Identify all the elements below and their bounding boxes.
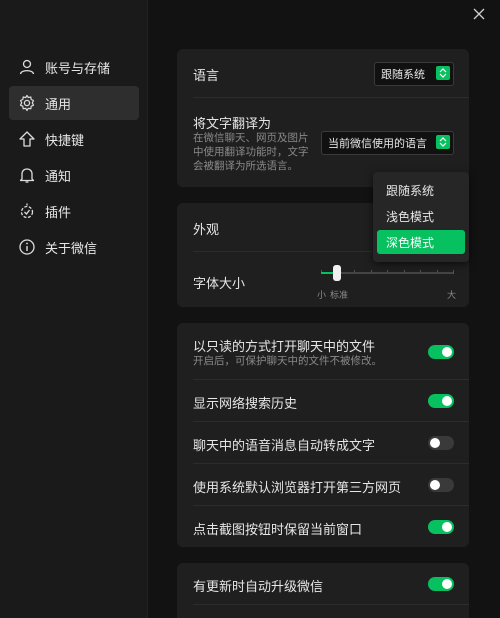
toggle-knob: [442, 396, 452, 406]
font-size-max-label: 大: [447, 291, 457, 301]
language-value: 跟随系统: [381, 68, 425, 81]
toggle-row-label: 使用系统默认浏览器打开第三方网页: [193, 481, 402, 496]
toggle-row: 聊天中的语音消息自动转成文字: [177, 422, 469, 463]
sidebar-item-label: 插件: [45, 205, 72, 221]
sidebar-item-notifications[interactable]: 通知: [9, 158, 139, 192]
sidebar-item-label: 快捷键: [45, 133, 85, 149]
translate-desc-line3: 会被翻译为所选语言。: [193, 160, 298, 172]
toggle-row-label: 聊天中的语音消息自动转成文字: [193, 439, 376, 454]
divider: [193, 604, 469, 605]
toggle-row: 以只读的方式打开聊天中的文件 开启后，可保护聊天中的文件不被修改。: [177, 323, 469, 379]
appearance-option-label: 跟随系统: [386, 183, 435, 198]
appearance-option-dark[interactable]: 深色模式: [377, 230, 465, 254]
toggle-row-label: 点击截图按钮时保留当前窗口: [193, 523, 363, 538]
font-size-default-label: 标准: [330, 291, 349, 301]
options-card: 以只读的方式打开聊天中的文件 开启后，可保护聊天中的文件不被修改。 显示网络搜索…: [177, 323, 469, 547]
translate-label: 将文字翻译为: [193, 117, 272, 132]
gear-icon: [16, 92, 38, 114]
info-icon: [16, 236, 38, 258]
translate-desc-line1: 在微信聊天、网页及图片: [193, 132, 309, 144]
sidebar-item-label: 账号与存储: [45, 61, 111, 77]
font-size-label: 字体大小: [193, 277, 246, 292]
font-size-min-label: 小: [317, 291, 327, 301]
sidebar-item-shortcuts[interactable]: 快捷键: [9, 122, 139, 156]
toggle-knob: [430, 438, 440, 448]
chevron-updown-icon: [436, 135, 450, 149]
toggle-row: 显示网络搜索历史: [177, 380, 469, 421]
readonly-files-toggle[interactable]: [428, 345, 454, 359]
settings-content: 语言 跟随系统 将文字翻译为 在微信聊天、网页及图片 中使用翻译功能时，文字 会…: [148, 0, 500, 618]
sidebar: 账号与存储 通用 快捷键 通知 插件 关于微信: [0, 0, 148, 618]
appearance-label: 外观: [193, 223, 220, 238]
language-label: 语言: [193, 69, 220, 84]
auto-update-label: 有更新时自动升级微信: [193, 580, 324, 595]
toggle-row: 点击截图按钮时保留当前窗口: [177, 506, 469, 547]
translate-value: 当前微信使用的语言: [328, 137, 427, 150]
toggle-row: 使用系统默认浏览器打开第三方网页: [177, 464, 469, 505]
language-row: 语言 跟随系统: [177, 49, 469, 97]
appearance-option-follow-system[interactable]: 跟随系统: [377, 178, 465, 202]
toggle-knob: [430, 480, 440, 490]
sidebar-item-about[interactable]: 关于微信: [9, 230, 139, 264]
voice-to-text-toggle[interactable]: [428, 436, 454, 450]
toggle-row-label: 以只读的方式打开聊天中的文件: [193, 340, 376, 355]
appearance-option-label: 深色模式: [386, 235, 435, 250]
translate-select[interactable]: 当前微信使用的语言: [321, 131, 454, 155]
appearance-option-light[interactable]: 浅色模式: [377, 204, 465, 228]
sidebar-item-label: 通用: [45, 97, 72, 113]
search-history-toggle[interactable]: [428, 394, 454, 408]
close-button[interactable]: [470, 5, 488, 23]
appearance-option-label: 浅色模式: [386, 209, 435, 224]
sidebar-item-label: 关于微信: [45, 241, 98, 257]
system-browser-toggle[interactable]: [428, 478, 454, 492]
toggle-row: 有更新时自动升级微信: [177, 563, 469, 604]
chevron-updown-icon: [436, 66, 450, 80]
toggle-knob: [442, 347, 452, 357]
slider-tick: [453, 270, 454, 274]
user-icon: [16, 56, 38, 78]
toggle-row-desc: 开启后，可保护聊天中的文件不被修改。: [193, 355, 382, 367]
plugin-icon: [16, 200, 38, 222]
toggle-row-label: 显示网络搜索历史: [193, 397, 298, 412]
translate-desc-line2: 中使用翻译功能时，文字: [193, 146, 309, 158]
auto-update-toggle[interactable]: [428, 577, 454, 591]
sidebar-item-general[interactable]: 通用: [9, 86, 139, 120]
font-size-slider-thumb[interactable]: [332, 265, 341, 281]
language-select[interactable]: 跟随系统: [374, 62, 454, 86]
shortcut-icon: [16, 128, 38, 150]
toggle-knob: [442, 579, 452, 589]
sidebar-item-plugins[interactable]: 插件: [9, 194, 139, 228]
close-icon: [473, 5, 485, 24]
bell-icon: [16, 164, 38, 186]
update-card: 有更新时自动升级微信: [177, 563, 469, 618]
appearance-dropdown-menu: 跟随系统 浅色模式 深色模式: [373, 172, 469, 262]
toggle-knob: [442, 522, 452, 532]
keep-window-screenshot-toggle[interactable]: [428, 520, 454, 534]
language-card: 语言 跟随系统 将文字翻译为 在微信聊天、网页及图片 中使用翻译功能时，文字 会…: [177, 49, 469, 187]
sidebar-item-label: 通知: [45, 169, 72, 185]
sidebar-item-account-storage[interactable]: 账号与存储: [9, 50, 139, 84]
